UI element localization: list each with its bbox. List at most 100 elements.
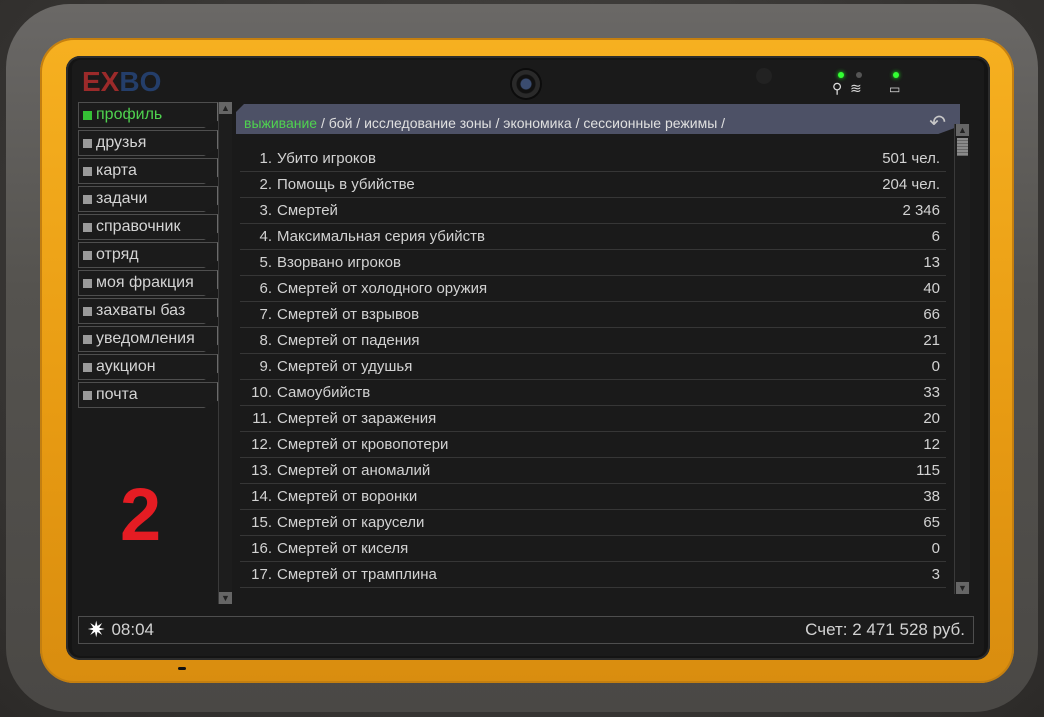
bullet-icon [83, 138, 92, 148]
tab-separator: / [352, 115, 365, 131]
back-arrow-icon[interactable]: ↶ [929, 110, 946, 135]
bullet-icon [83, 390, 92, 400]
sidebar-item-label: профиль [96, 106, 163, 123]
clock: 08:04 [111, 620, 154, 639]
status-led-icon [893, 72, 899, 78]
stat-name: Смертей от воронки [277, 488, 418, 505]
tab[interactable]: исследование зоны [364, 115, 492, 131]
stat-number: 8. [259, 332, 272, 349]
stat-row: 1. Убито игроков 501 чел. [240, 146, 946, 172]
bullet-icon [83, 362, 92, 372]
stat-row: 17. Смертей от трамплина 3 [240, 562, 946, 588]
stat-name: Смертей от трамплина [277, 566, 437, 583]
status-led-icon [856, 72, 862, 78]
stat-value: 6 [931, 228, 940, 245]
stat-number: 2. [259, 176, 272, 193]
stat-name: Смертей от взрывов [277, 306, 420, 323]
sidebar-scrollbar[interactable]: ▲ ▼ [218, 102, 232, 604]
stat-value: 12 [923, 436, 940, 453]
stat-name: Смертей от удушья [277, 358, 413, 375]
sidebar-item[interactable]: уведомления [78, 326, 218, 352]
stat-value: 38 [923, 488, 940, 505]
sidebar-item[interactable]: справочник [78, 214, 218, 240]
stat-number: 11. [252, 410, 272, 427]
stat-value: 2 346 [902, 202, 940, 219]
scroll-thumb[interactable] [957, 138, 968, 156]
stat-value: 501 чел. [882, 150, 940, 167]
stat-name: Взорвано игроков [277, 254, 401, 271]
sidebar-item[interactable]: захваты баз [78, 298, 218, 324]
sidebar-item-label: почта [96, 386, 138, 403]
stat-row: 15. Смертей от карусели 65 [240, 510, 946, 536]
stat-number: 12. [251, 436, 272, 453]
stat-value: 3 [931, 566, 940, 583]
scroll-up-icon[interactable]: ▲ [219, 102, 232, 114]
stat-number: 17. [251, 566, 272, 583]
stat-value: 13 [923, 254, 940, 271]
stats-scrollbar[interactable]: ▲ ▼ [954, 124, 970, 594]
scroll-down-icon[interactable]: ▼ [956, 582, 969, 594]
tab[interactable]: выживание [244, 115, 317, 131]
scroll-up-icon[interactable]: ▲ [956, 124, 969, 136]
stat-row: 6. Смертей от холодного оружия 40 [240, 276, 946, 302]
stat-row: 12. Смертей от кровопотери 12 [240, 432, 946, 458]
stat-name: Смертей от кровопотери [277, 436, 449, 453]
stats-panel: выживание / бой / исследование зоны / эк… [236, 104, 974, 604]
sidebar-item[interactable]: профиль [78, 102, 218, 128]
stat-name: Убито игроков [277, 150, 376, 167]
stat-name: Смертей от падения [277, 332, 420, 349]
sidebar-item[interactable]: задачи [78, 186, 218, 212]
antenna-icon: ⚲ [832, 80, 843, 96]
tab-separator: / [717, 115, 726, 131]
tab[interactable]: сессионные режимы [583, 115, 717, 131]
sidebar-item[interactable]: почта [78, 382, 218, 408]
stats-list: 1. Убито игроков 501 чел. 2. Помощь в убийст… [240, 146, 946, 592]
balance: Счет: 2 471 528 руб. [805, 620, 965, 639]
stat-name: Максимальная серия убийств [277, 228, 485, 245]
bezel-indicator [178, 667, 186, 670]
stat-number: 9. [259, 358, 272, 375]
sidebar-item[interactable]: отряд [78, 242, 218, 268]
stat-value: 33 [923, 384, 940, 401]
scroll-down-icon[interactable]: ▼ [219, 592, 232, 604]
tab-separator: / [317, 115, 329, 131]
stat-row: 14. Смертей от воронки 38 [240, 484, 946, 510]
stat-value: 21 [923, 332, 940, 349]
sidebar-item-label: друзья [96, 134, 147, 151]
sidebar-item-label: справочник [96, 218, 181, 235]
bullet-icon [83, 334, 92, 344]
sidebar-item[interactable]: аукцион [78, 354, 218, 380]
camera-icon [512, 70, 540, 98]
stat-number: 10. [251, 384, 272, 401]
stat-value: 0 [931, 358, 940, 375]
bullet-icon [83, 110, 92, 120]
sidebar-item[interactable]: друзья [78, 130, 218, 156]
sidebar-item-label: отряд [96, 246, 139, 263]
sidebar-item[interactable]: карта [78, 158, 218, 184]
stat-number: 14. [251, 488, 272, 505]
overlay-number: 2 [120, 473, 162, 556]
stat-number: 13. [251, 462, 272, 479]
tab-separator: / [571, 115, 584, 131]
wifi-icon: ≋ [850, 80, 862, 96]
sidebar-item-label: задачи [96, 190, 148, 207]
sidebar-item-label: уведомления [96, 330, 195, 347]
stat-value: 0 [931, 540, 940, 557]
sensor-icon [756, 68, 772, 84]
stat-name: Помощь в убийстве [277, 176, 415, 193]
tab[interactable]: экономика [503, 115, 571, 131]
stat-name: Смертей от холодного оружия [277, 280, 488, 297]
sidebar-item-label: аукцион [96, 358, 156, 375]
tab[interactable]: бой [329, 115, 353, 131]
stat-row: 11. Смертей от заражения 20 [240, 406, 946, 432]
stat-row: 16. Смертей от киселя 0 [240, 536, 946, 562]
stat-name: Смертей от заражения [277, 410, 437, 427]
bullet-icon [83, 278, 92, 288]
status-led-icon [838, 72, 844, 78]
sidebar-nav: профиль друзья карта задачи справочник отряд м… [78, 102, 218, 410]
sidebar-item[interactable]: моя фракция [78, 270, 218, 296]
stat-value: 66 [923, 306, 940, 323]
stat-row: 9. Смертей от удушья 0 [240, 354, 946, 380]
sun-icon: ✷ [87, 617, 106, 642]
stat-name: Смертей [277, 202, 338, 219]
